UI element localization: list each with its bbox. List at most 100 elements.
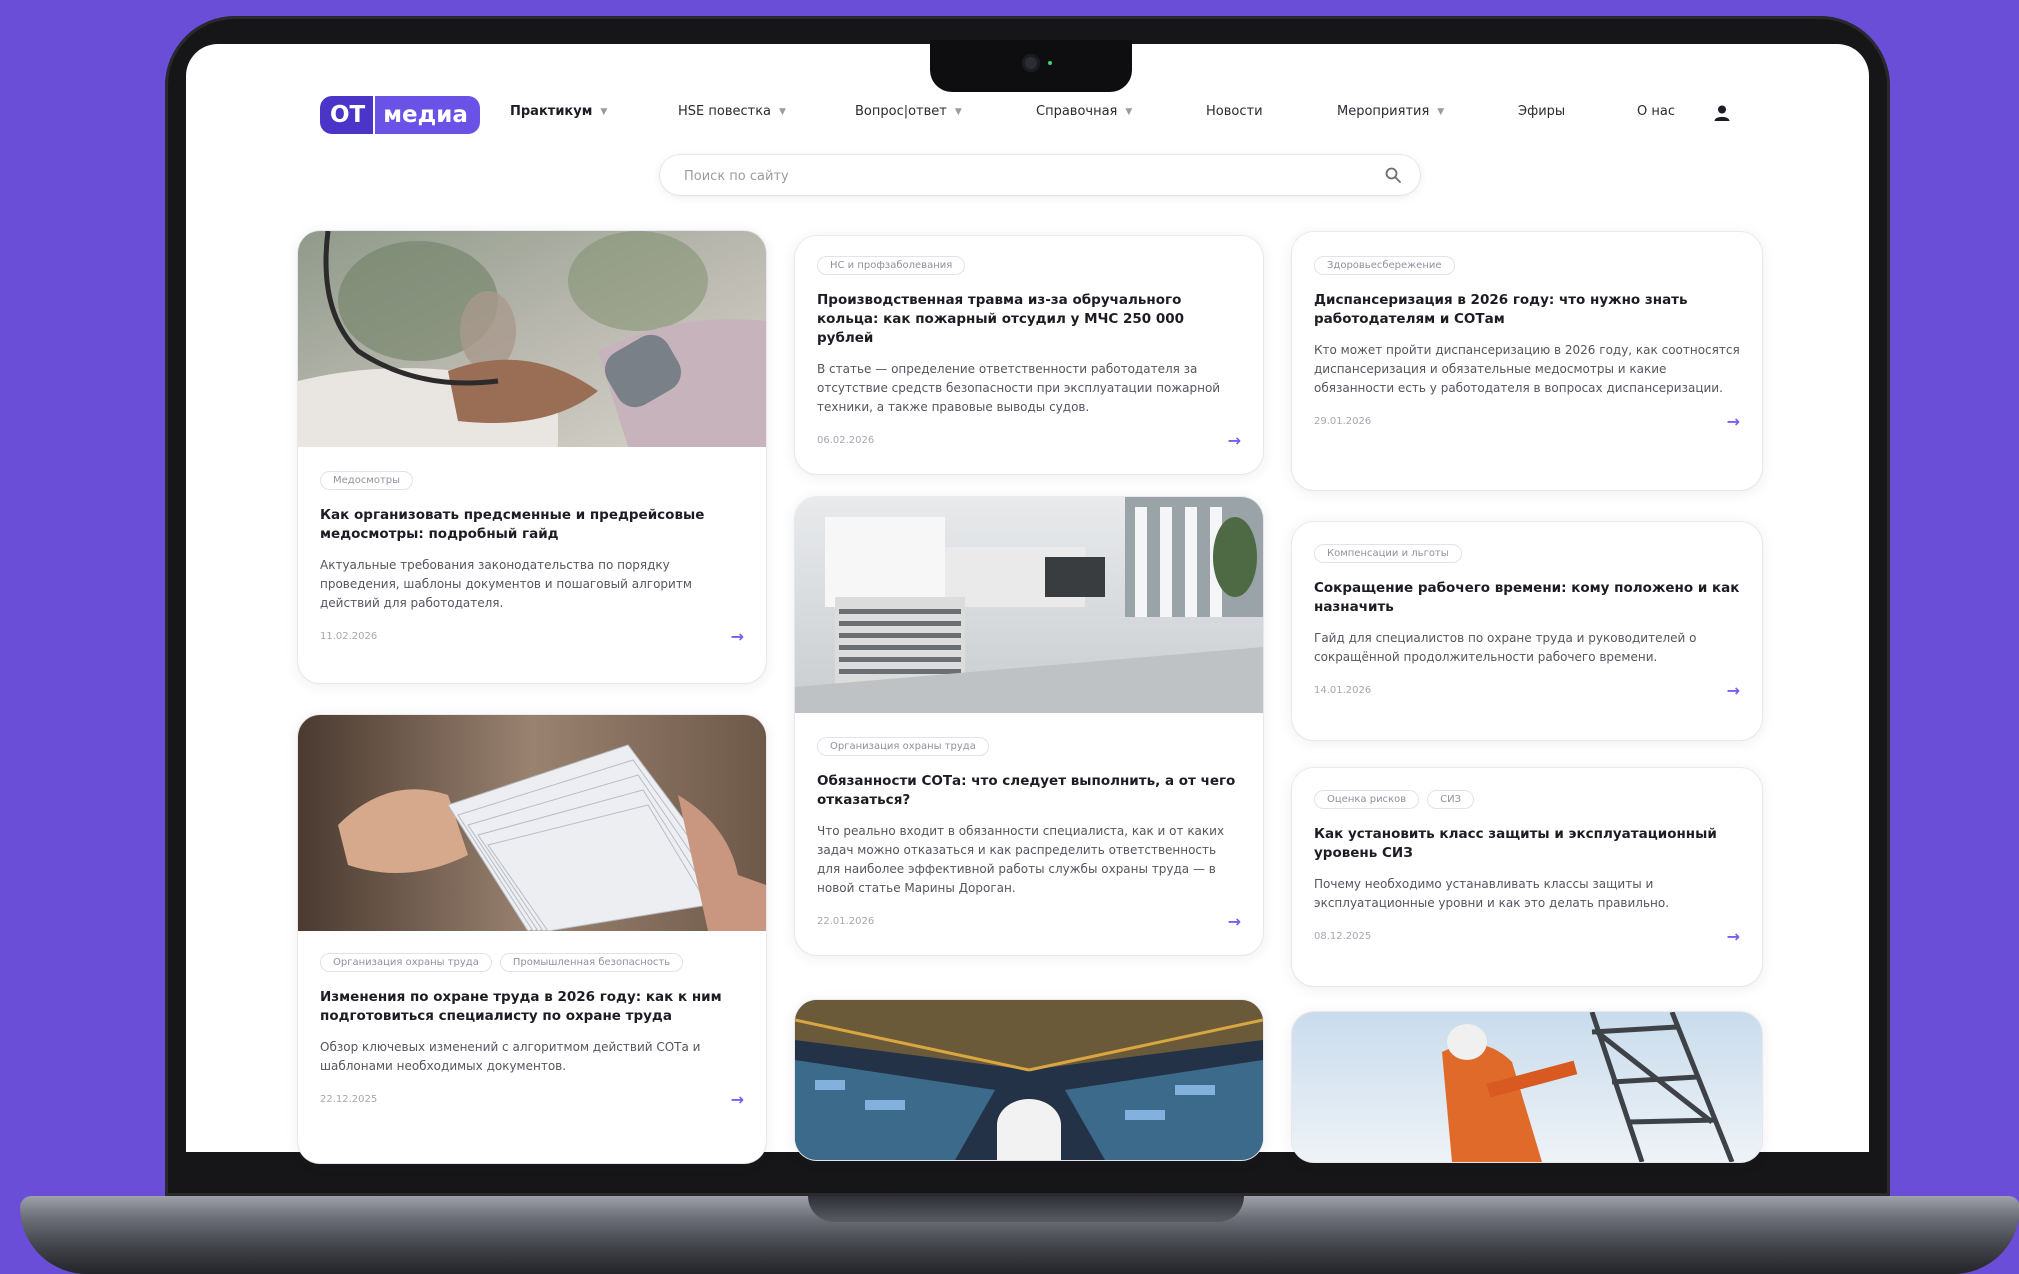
nav-item-broadcasts[interactable]: Эфиры [1518, 104, 1565, 119]
card-title[interactable]: Диспансеризация в 2026 году: что нужно з… [1314, 291, 1740, 329]
arrow-right-icon[interactable]: → [1727, 927, 1740, 946]
card-date: 22.01.2026 [817, 916, 875, 927]
tag-list: Оценка рисков СИЗ [1314, 790, 1740, 809]
nav-label: Практикум [510, 104, 593, 119]
tag[interactable]: Промышленная безопасность [499, 953, 684, 972]
chevron-down-icon: ▼ [600, 106, 608, 117]
tag-list: НС и профзаболевания [817, 256, 1241, 275]
nav-item-about[interactable]: О нас [1637, 104, 1675, 119]
card-image-office [795, 497, 1263, 713]
article-card[interactable]: Организация охраны труда Промышленная бе… [298, 715, 766, 1163]
arrow-right-icon[interactable]: → [1727, 681, 1740, 700]
card-image-tower-worker [1292, 1012, 1762, 1162]
card-description: Актуальные требования законодательства п… [320, 558, 692, 610]
tag[interactable]: Организация охраны труда [320, 953, 492, 972]
nav-label: Вопрос|ответ [855, 104, 947, 119]
card-description: Почему необходимо устанавливать классы з… [1314, 877, 1670, 910]
card-description: Что реально входит в обязанности специал… [817, 824, 1225, 895]
user-icon[interactable] [1713, 104, 1731, 122]
nav-item-praktikum[interactable]: Практикум ▼ [510, 104, 607, 119]
tag-list: Здоровьесбережение [1314, 256, 1740, 275]
nav-label: Мероприятия [1337, 104, 1430, 119]
card-body: Организация охраны труда Обязанности СОТ… [817, 737, 1241, 931]
card-meta: 11.02.2026 → [320, 627, 744, 646]
card-date: 22.12.2025 [320, 1094, 378, 1105]
arrow-right-icon[interactable]: → [1228, 912, 1241, 931]
article-card[interactable]: НС и профзаболевания Производственная тр… [795, 236, 1263, 474]
card-meta: 08.12.2025 → [1314, 927, 1740, 946]
nav-item-events[interactable]: Мероприятия ▼ [1337, 104, 1444, 119]
camera-notch [930, 40, 1132, 92]
card-description: Гайд для специалистов по охране труда и … [1314, 631, 1697, 664]
article-card[interactable]: Компенсации и льготы Сокращение рабочего… [1292, 522, 1762, 740]
search-input[interactable] [682, 165, 1366, 187]
nav-label: Новости [1206, 104, 1263, 119]
logo-ot: ОТ [320, 96, 374, 134]
nav-item-hse[interactable]: HSE повестка ▼ [678, 104, 786, 119]
search-bar [660, 155, 1420, 195]
tag[interactable]: СИЗ [1427, 790, 1474, 809]
card-date: 08.12.2025 [1314, 931, 1372, 942]
card-description: Кто может пройти диспансеризацию в 2026 … [1314, 343, 1740, 395]
chevron-down-icon: ▼ [954, 106, 962, 117]
nav-label: Справочная [1036, 104, 1118, 119]
arrow-right-icon[interactable]: → [1727, 412, 1740, 431]
card-body: Оценка рисков СИЗ Как установить класс з… [1314, 790, 1740, 946]
logo-media: медиа [373, 96, 480, 134]
article-card[interactable]: Медосмотры Как организовать предсменные … [298, 231, 766, 683]
card-title[interactable]: Обязанности СОТа: что следует выполнить,… [817, 772, 1241, 810]
card-title[interactable]: Как организовать предсменные и предрейсо… [320, 506, 744, 544]
card-body: Здоровьесбережение Диспансеризация в 202… [1314, 256, 1740, 431]
tag-list: Организация охраны труда [817, 737, 1241, 756]
card-title[interactable]: Сокращение рабочего времени: кому положе… [1314, 579, 1740, 617]
site-logo[interactable]: ОТ медиа [320, 96, 480, 134]
card-meta: 06.02.2026 → [817, 431, 1241, 450]
card-description: Обзор ключевых изменений с алгоритмом де… [320, 1040, 701, 1073]
article-card[interactable] [795, 1000, 1263, 1160]
card-meta: 22.12.2025 → [320, 1090, 744, 1109]
search-icon[interactable] [1384, 166, 1402, 184]
card-title[interactable]: Как установить класс защиты и эксплуатац… [1314, 825, 1740, 863]
nav-item-qa[interactable]: Вопрос|ответ ▼ [855, 104, 962, 119]
tag[interactable]: НС и профзаболевания [817, 256, 966, 275]
nav-label: О нас [1637, 104, 1675, 119]
card-image-medical [298, 231, 766, 447]
arrow-right-icon[interactable]: → [1228, 431, 1241, 450]
tag[interactable]: Медосмотры [320, 471, 414, 490]
card-body: Компенсации и льготы Сокращение рабочего… [1314, 544, 1740, 700]
card-meta: 29.01.2026 → [1314, 412, 1740, 431]
chevron-down-icon: ▼ [779, 106, 786, 117]
arrow-right-icon[interactable]: → [731, 627, 744, 646]
article-card[interactable]: Оценка рисков СИЗ Как установить класс з… [1292, 768, 1762, 986]
chevron-down-icon: ▼ [1125, 106, 1133, 117]
card-date: 11.02.2026 [320, 631, 378, 642]
camera-led [1048, 61, 1052, 65]
nav-label: Эфиры [1518, 104, 1566, 119]
nav-item-news[interactable]: Новости [1206, 104, 1263, 119]
tag-list: Медосмотры [320, 471, 744, 490]
nav-item-reference[interactable]: Справочная ▼ [1036, 104, 1132, 119]
webcam-icon [1022, 54, 1040, 72]
tag[interactable]: Оценка рисков [1314, 790, 1420, 809]
tag[interactable]: Здоровьесбережение [1314, 256, 1455, 275]
card-date: 14.01.2026 [1314, 685, 1372, 696]
card-body: Медосмотры Как организовать предсменные … [320, 471, 744, 646]
laptop-base-groove [808, 1196, 1244, 1222]
card-meta: 14.01.2026 → [1314, 681, 1740, 700]
arrow-right-icon[interactable]: → [731, 1090, 744, 1109]
card-image-factory [795, 1000, 1263, 1160]
card-description: В статье — определение ответственности р… [817, 362, 1221, 414]
article-card[interactable] [1292, 1012, 1762, 1162]
card-title[interactable]: Производственная травма из-за обручально… [817, 291, 1241, 348]
tag[interactable]: Компенсации и льготы [1314, 544, 1462, 563]
card-body: НС и профзаболевания Производственная тр… [817, 256, 1241, 450]
card-meta: 22.01.2026 → [817, 912, 1241, 931]
card-body: Организация охраны труда Промышленная бе… [320, 953, 744, 1109]
tag-list: Компенсации и льготы [1314, 544, 1740, 563]
article-card[interactable]: Организация охраны труда Обязанности СОТ… [795, 497, 1263, 955]
tag[interactable]: Организация охраны труда [817, 737, 989, 756]
article-card[interactable]: Здоровьесбережение Диспансеризация в 202… [1292, 232, 1762, 490]
card-date: 29.01.2026 [1314, 416, 1372, 427]
card-title[interactable]: Изменения по охране труда в 2026 году: к… [320, 988, 744, 1026]
chevron-down-icon: ▼ [1437, 106, 1445, 117]
